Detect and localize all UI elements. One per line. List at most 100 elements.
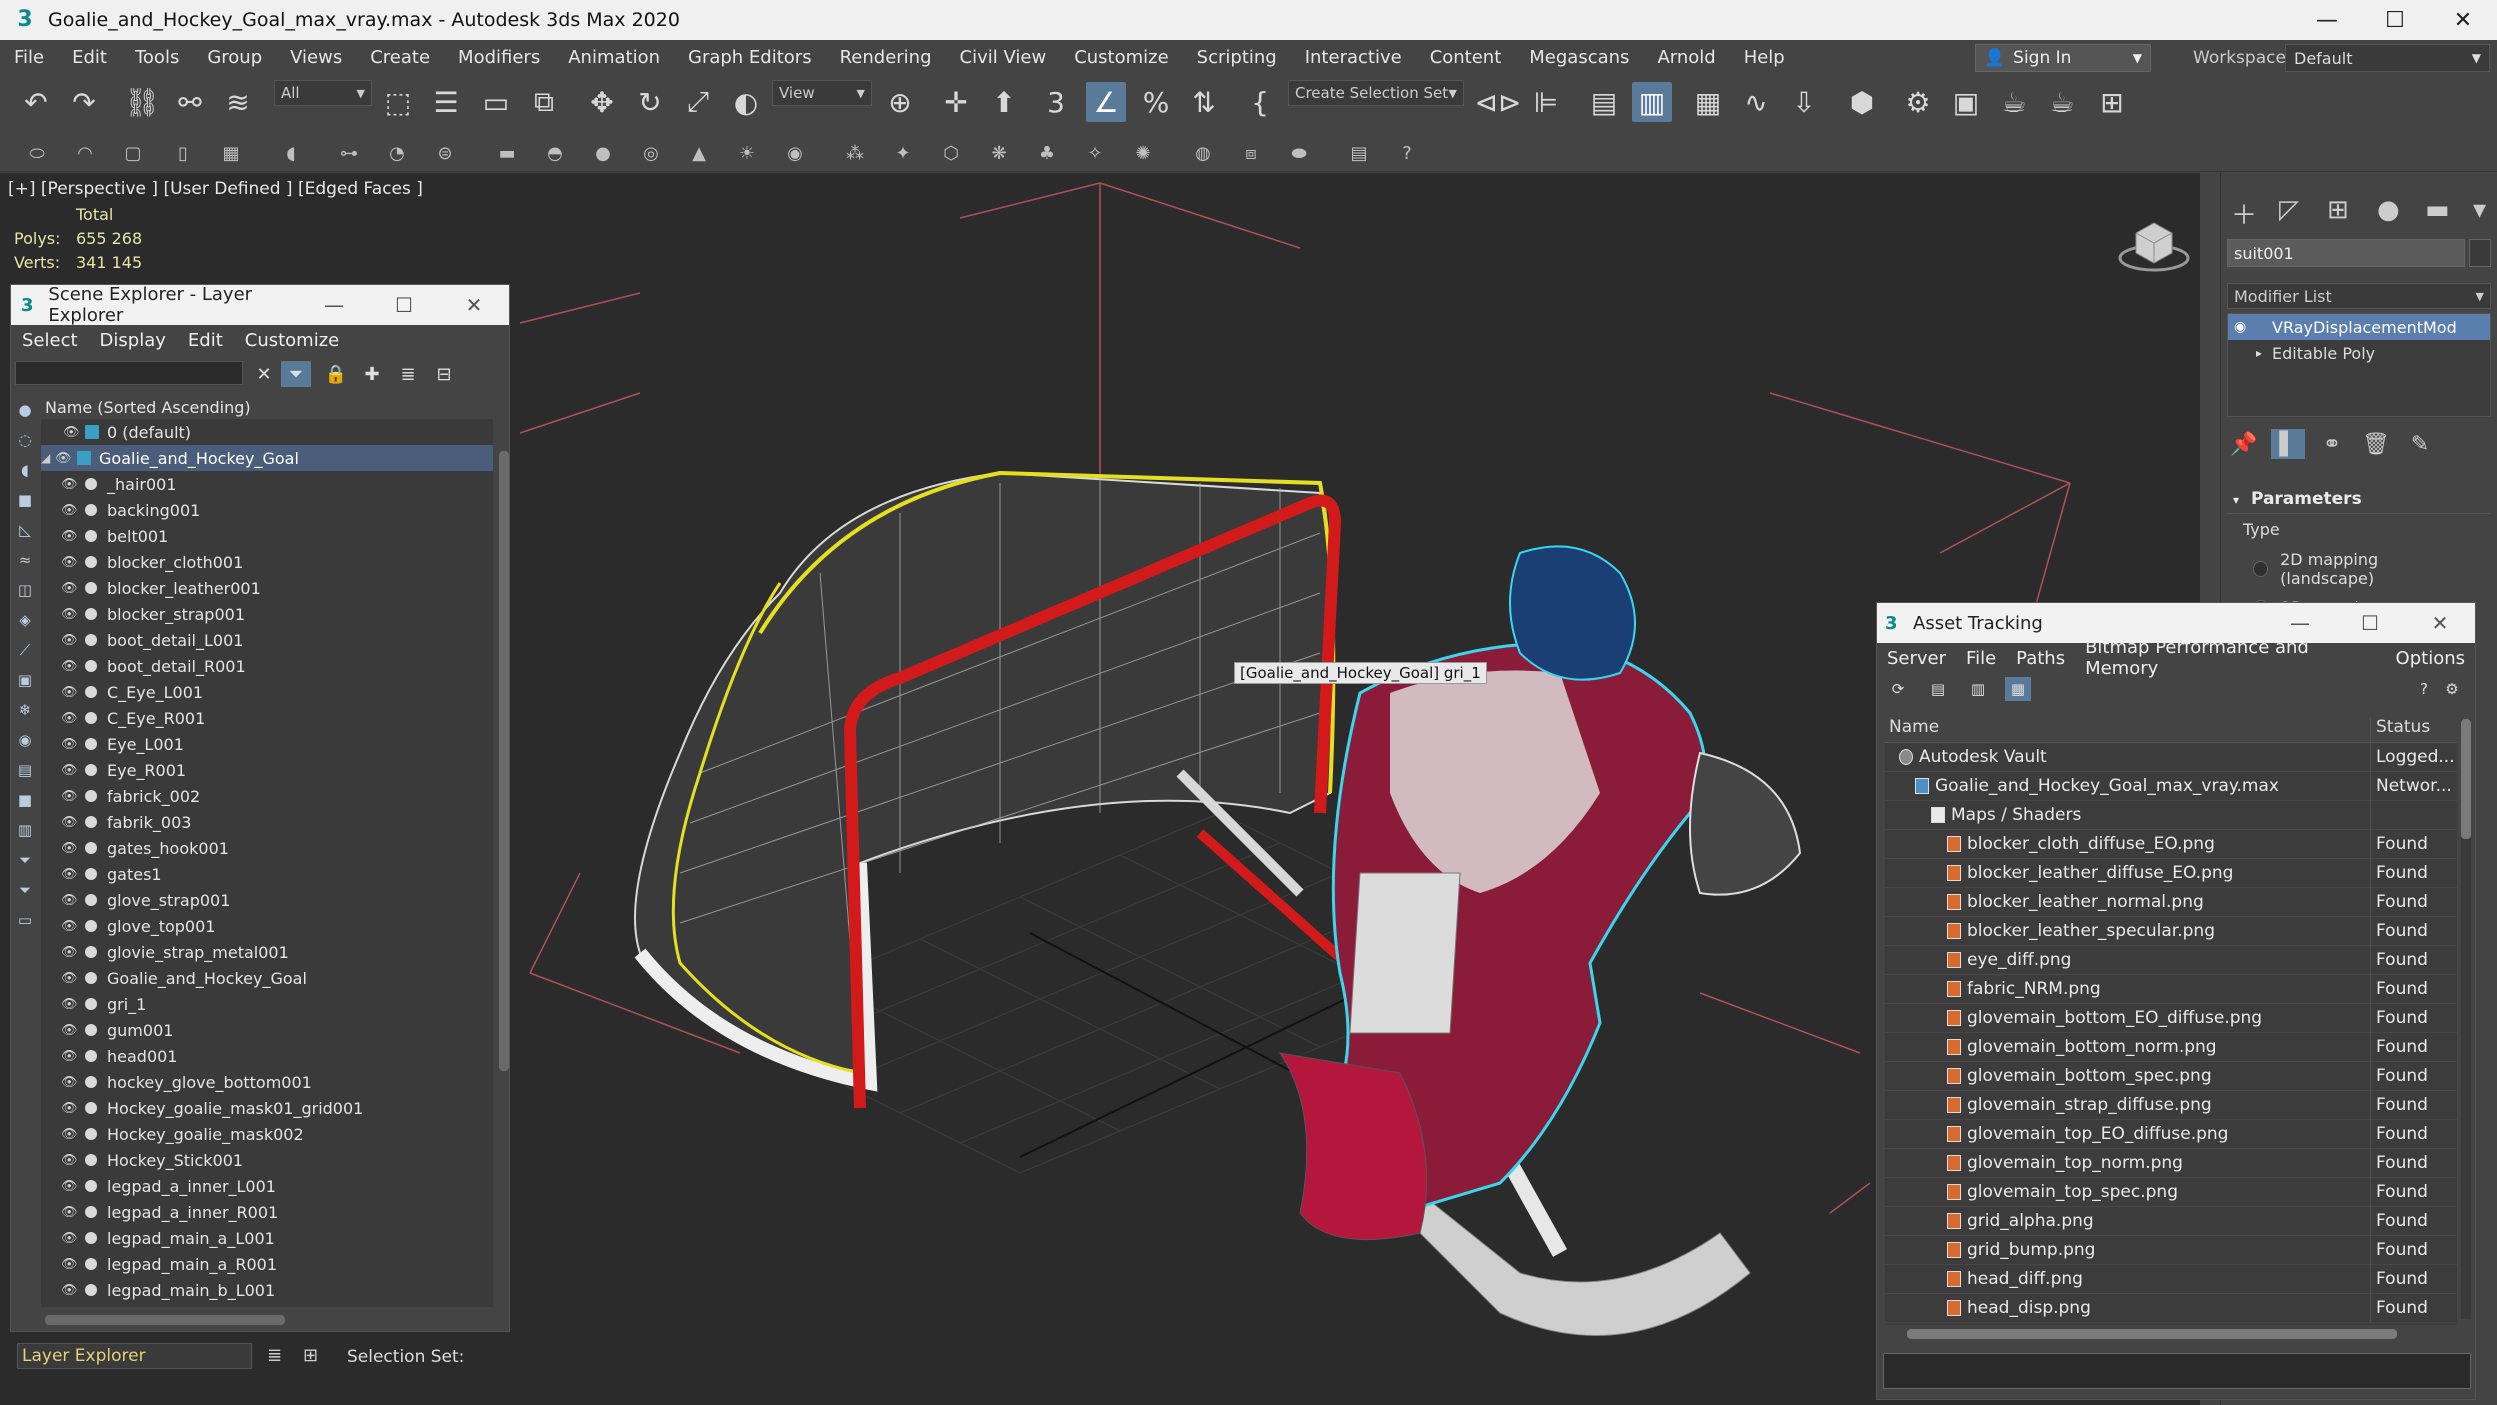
asset-row[interactable]: grid_alpha.png Found bbox=[1885, 1206, 2457, 1236]
scene-explorer-menu-item[interactable]: Edit bbox=[177, 330, 234, 351]
help-icon[interactable]: ? bbox=[2411, 677, 2437, 701]
menu-item[interactable]: Animation bbox=[554, 47, 674, 68]
layers-icon[interactable]: ≣ bbox=[393, 361, 423, 387]
layer-explorer-toggle-icon[interactable]: ▥ bbox=[1632, 82, 1672, 122]
settings-icon[interactable]: ⚙ bbox=[2439, 677, 2465, 701]
radio-2d-mapping[interactable]: 2D mapping (landscape) bbox=[2227, 545, 2491, 593]
window-crossing-icon[interactable]: ⧉ bbox=[524, 82, 564, 122]
object-row[interactable]: 👁 Hockey_Stick001 bbox=[41, 1147, 493, 1173]
object-row[interactable]: 👁 glovie_strap_metal001 bbox=[41, 939, 493, 965]
unlink-icon[interactable]: ⚯ bbox=[170, 82, 210, 122]
keyboard-shortcut-icon[interactable]: ⬆ bbox=[984, 82, 1024, 122]
eye-icon[interactable]: ◉ bbox=[2234, 319, 2256, 335]
asset-row[interactable]: blocker_leather_normal.png Found bbox=[1885, 887, 2457, 917]
object-row[interactable]: 👁 blocker_strap001 bbox=[41, 601, 493, 627]
object-row[interactable]: 👁 C_Eye_L001 bbox=[41, 679, 493, 705]
material-editor-icon[interactable]: ⬢ bbox=[1842, 82, 1882, 122]
rectangle-region-icon[interactable]: ▭ bbox=[476, 82, 516, 122]
folder-icon[interactable]: ▭ bbox=[11, 905, 39, 935]
object-row[interactable]: 👁 legpad_main_a_L001 bbox=[41, 1225, 493, 1251]
horizontal-scrollbar[interactable] bbox=[45, 1315, 285, 1325]
help-icon[interactable]: ? bbox=[1392, 138, 1422, 168]
eye-icon[interactable]: 👁 bbox=[61, 1049, 79, 1064]
object-row[interactable]: 👁 boot_detail_L001 bbox=[41, 627, 493, 653]
edit-named-selection-icon[interactable]: { bbox=[1240, 82, 1280, 122]
scene-explorer-menu-item[interactable]: Select bbox=[11, 330, 89, 351]
eye-icon[interactable]: 👁 bbox=[61, 971, 79, 986]
menu-item[interactable]: Tools bbox=[121, 47, 193, 68]
teapot-icon[interactable]: ⬭ bbox=[22, 138, 52, 168]
eye-icon[interactable]: 👁 bbox=[61, 893, 79, 908]
helper-icon[interactable]: ◔ bbox=[382, 138, 412, 168]
toggle-ribbon-icon[interactable]: ▦ bbox=[1688, 82, 1728, 122]
object-row[interactable]: 👁 gri_1 bbox=[41, 991, 493, 1017]
eye-icon[interactable]: 👁 bbox=[61, 1127, 79, 1142]
menu-item[interactable]: Create bbox=[356, 47, 444, 68]
eye-icon[interactable]: 👁 bbox=[61, 477, 79, 492]
scene-explorer-toggle-icon[interactable]: ▤ bbox=[1584, 82, 1624, 122]
expand-triangle-icon[interactable]: ▸ bbox=[2256, 346, 2272, 360]
scene-explorer-titlebar[interactable]: 3 Scene Explorer - Layer Explorer — ☐ ✕ bbox=[11, 284, 509, 326]
asset-row[interactable]: glovemain_bottom_norm.png Found bbox=[1885, 1032, 2457, 1062]
menu-item[interactable]: Group bbox=[193, 47, 276, 68]
asset-row[interactable]: blocker_leather_diffuse_EO.png Found bbox=[1885, 858, 2457, 888]
eye-icon[interactable]: 👁 bbox=[61, 997, 79, 1012]
render-setup-icon[interactable]: ⚙ bbox=[1898, 82, 1938, 122]
frame-buffer-icon[interactable]: ⧈ bbox=[1236, 138, 1266, 168]
material-sphere-icon[interactable]: ◍ bbox=[1188, 138, 1218, 168]
sun-icon[interactable]: ☀ bbox=[732, 138, 762, 168]
eye-icon[interactable]: 👁 bbox=[61, 737, 79, 752]
light-icon[interactable]: ◖ bbox=[276, 138, 306, 168]
configure-modifier-sets-icon[interactable]: ✎ bbox=[2403, 429, 2437, 459]
particle-icon[interactable]: ✧ bbox=[1080, 138, 1110, 168]
workspace-select[interactable]: Default ▼ bbox=[2285, 44, 2490, 72]
name-column-header[interactable]: Name (Sorted Ascending) bbox=[41, 395, 493, 419]
hierarchy-tab-icon[interactable]: ⊞ bbox=[2327, 195, 2349, 225]
eye-icon[interactable]: 👁 bbox=[61, 1075, 79, 1090]
make-unique-icon[interactable]: ⚭ bbox=[2315, 429, 2349, 459]
asset-row[interactable]: Goalie_and_Hockey_Goal_max_vray.max Netwo… bbox=[1885, 771, 2457, 801]
filter-funnel-icon[interactable]: ⏷ bbox=[11, 845, 39, 875]
object-row[interactable]: 👁 belt001 bbox=[41, 523, 493, 549]
display-cameras-icon[interactable]: ■ bbox=[11, 485, 39, 515]
lock-icon[interactable]: 🔒 bbox=[321, 361, 351, 387]
eye-icon[interactable]: 👁 bbox=[61, 1231, 79, 1246]
menu-item[interactable]: File bbox=[0, 47, 58, 68]
object-row[interactable]: 👁 Eye_L001 bbox=[41, 731, 493, 757]
display-frozen-icon[interactable]: ❄ bbox=[11, 695, 39, 725]
render-production-icon[interactable]: ☕ bbox=[1994, 82, 2034, 122]
spinner-snap-icon[interactable]: ⇅ bbox=[1184, 82, 1224, 122]
display-groups-icon[interactable]: ◫ bbox=[11, 575, 39, 605]
asset-tracking-menu-item[interactable]: Server bbox=[1877, 648, 1956, 669]
close-button[interactable]: ✕ bbox=[2405, 611, 2475, 635]
object-row[interactable]: 👁 fabrick_002 bbox=[41, 783, 493, 809]
asset-row[interactable]: eye_diff.png Found bbox=[1885, 945, 2457, 975]
menu-item[interactable]: Scripting bbox=[1183, 47, 1291, 68]
redo-icon[interactable]: ↷ bbox=[64, 82, 104, 122]
eye-icon[interactable]: 👁 bbox=[61, 841, 79, 856]
asset-row[interactable]: glovemain_bottom_spec.png Found bbox=[1885, 1061, 2457, 1091]
menu-item[interactable]: Content bbox=[1416, 47, 1516, 68]
utilities-tab-icon[interactable]: ▾ bbox=[2473, 195, 2486, 225]
eye-icon[interactable]: 👁 bbox=[61, 711, 79, 726]
filter-funnel-icon[interactable]: ⏷ bbox=[11, 875, 39, 905]
object-row[interactable]: 👁 blocker_cloth001 bbox=[41, 549, 493, 575]
asset-tracking-menu-item[interactable]: Options bbox=[2386, 648, 2475, 669]
object-row[interactable]: 👁 backing001 bbox=[41, 497, 493, 523]
rotate-icon[interactable]: ↻ bbox=[630, 82, 670, 122]
reference-coordinate-dropdown[interactable]: View ▼ bbox=[772, 80, 872, 106]
asset-row[interactable]: head_diff.png Found bbox=[1885, 1264, 2457, 1294]
vertical-scrollbar[interactable] bbox=[499, 451, 509, 1071]
clear-search-icon[interactable]: ✕ bbox=[249, 361, 279, 387]
pivot-center-icon[interactable]: ⊕ bbox=[880, 82, 920, 122]
modifier-item-editable-poly[interactable]: ▸ Editable Poly bbox=[2228, 340, 2490, 366]
scale-icon[interactable]: ⤢ bbox=[678, 82, 718, 122]
sign-in-dropdown[interactable]: 👤 Sign In ▼ bbox=[1975, 44, 2151, 72]
eye-icon[interactable]: 👁 bbox=[61, 607, 79, 622]
asset-tracking-menu-item[interactable]: Paths bbox=[2006, 648, 2075, 669]
vertical-scrollbar[interactable] bbox=[2461, 719, 2471, 1319]
asset-row[interactable]: blocker_cloth_diffuse_EO.png Found bbox=[1885, 829, 2457, 859]
hierarchy-icon[interactable]: ⊟ bbox=[429, 361, 459, 387]
table-view-icon[interactable]: ▦ bbox=[2005, 677, 2031, 701]
display-geometry-icon[interactable]: ● bbox=[11, 395, 39, 425]
